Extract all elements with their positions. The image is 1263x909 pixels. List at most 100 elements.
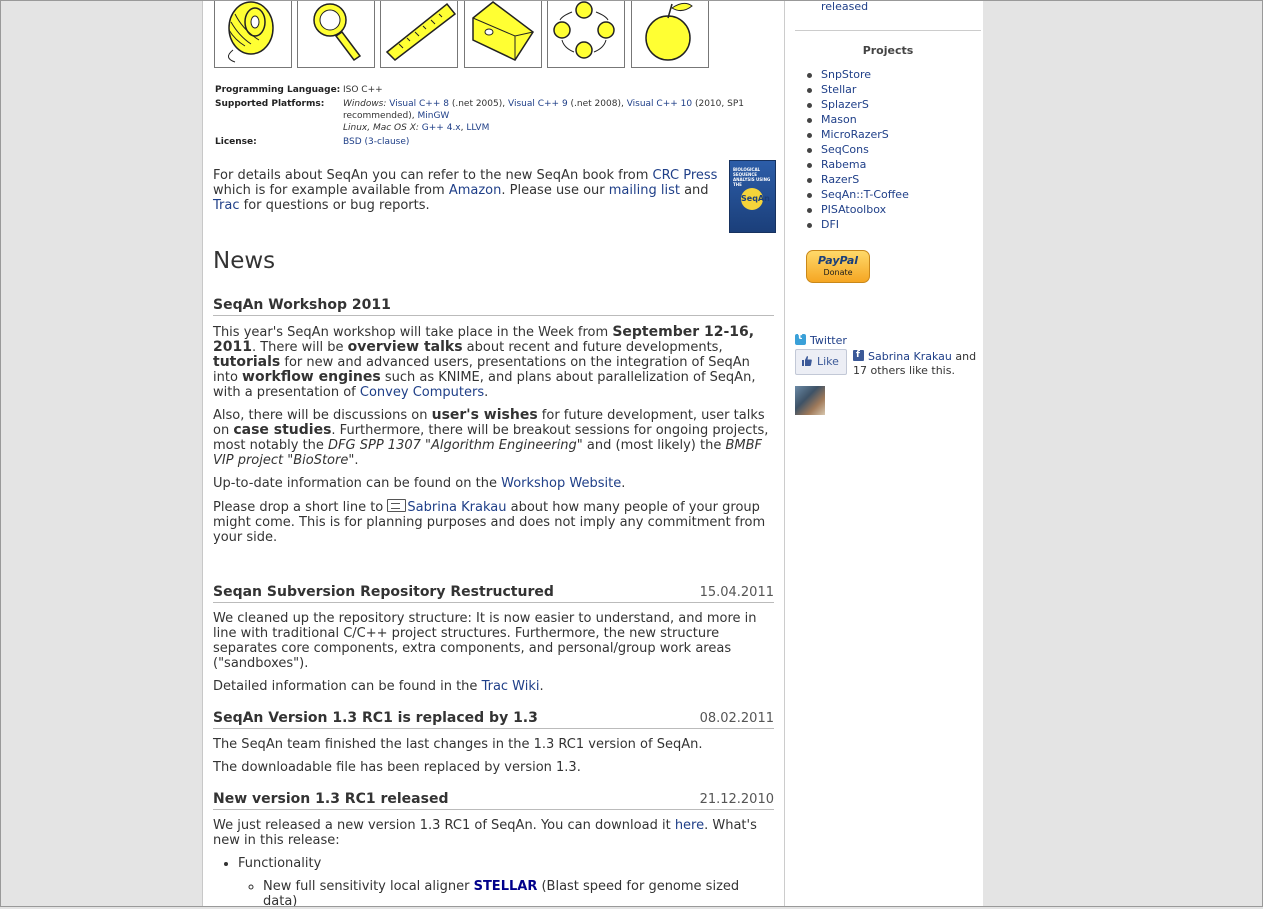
project-item: SeqAn::T-Coffee — [807, 187, 909, 202]
text: and (most likely) the — [582, 438, 726, 453]
article-paragraph: This year's SeqAn workshop will take pla… — [213, 325, 774, 401]
facebook-user-link[interactable]: Sabrina Krakau — [868, 350, 952, 363]
article-paragraph: The downloadable file has been replaced … — [213, 760, 581, 775]
link-visual-cpp-8[interactable]: Visual C++ 8 — [389, 99, 449, 109]
article-body: This year's SeqAn workshop will take pla… — [213, 325, 774, 553]
cycle-icon[interactable] — [547, 0, 625, 68]
project-link-microrazers[interactable]: MicroRazerS — [821, 128, 889, 141]
link-license[interactable]: BSD (3-clause) — [343, 137, 409, 147]
link-download-here[interactable]: here — [675, 818, 704, 833]
cheese-icon[interactable] — [464, 0, 542, 68]
mail-icon — [387, 499, 407, 512]
book-cover-image[interactable]: BIOLOGICAL SEQUENCE ANALYSIS USING THE S… — [729, 160, 776, 233]
unix-label: Linux, Mac OS X: — [343, 123, 419, 133]
link-mailing-list[interactable]: mailing list — [609, 183, 680, 198]
link-stellar[interactable]: STELLAR — [474, 879, 538, 894]
thread-spool-icon[interactable] — [214, 0, 292, 68]
column-divider — [784, 0, 785, 907]
release-list: Functionality New full sensitivity local… — [213, 856, 774, 909]
article-paragraph: We just released a new version 1.3 RC1 o… — [213, 818, 774, 848]
facebook-like-button[interactable]: Like — [795, 349, 847, 375]
text: Detailed information can be found in the — [213, 679, 482, 694]
link-workshop-website[interactable]: Workshop Website — [501, 476, 621, 491]
article-paragraph: The SeqAn team finished the last changes… — [213, 737, 703, 752]
link-amazon[interactable]: Amazon — [449, 183, 502, 198]
project-link-pisatoolbox[interactable]: PISAtoolbox — [821, 203, 886, 216]
vc8-note: (.net 2005), — [448, 99, 508, 109]
link-gcc[interactable]: G++ 4.x — [422, 123, 461, 133]
link-visual-cpp-10[interactable]: Visual C++ 10 — [627, 99, 692, 109]
twitter-widget: Twitter — [795, 332, 847, 347]
platforms-label: Supported Platforms: — [215, 99, 325, 109]
facebook-icon — [853, 348, 864, 362]
project-item: MicroRazerS — [807, 127, 909, 142]
project-link-rabema[interactable]: Rabema — [821, 158, 866, 171]
project-link-tcoffee[interactable]: SeqAn::T-Coffee — [821, 188, 909, 201]
paypal-donate-button[interactable]: PayPal Donate — [806, 250, 870, 283]
article-paragraph: Please drop a short line to Sabrina Krak… — [213, 499, 774, 545]
apple-icon[interactable] — [631, 0, 709, 68]
link-trac[interactable]: Trac — [213, 198, 240, 213]
paypal-logo: PayPal — [817, 254, 859, 267]
project-item: PISAtoolbox — [807, 202, 909, 217]
link-visual-cpp-9[interactable]: Visual C++ 9 — [508, 99, 568, 109]
paypal-donate-label: Donate — [823, 268, 853, 277]
project-link-mason[interactable]: Mason — [821, 113, 857, 126]
details-text-3: . Please use our — [501, 183, 609, 198]
link-trac-wiki[interactable]: Trac Wiki — [482, 679, 540, 694]
sidebar-released-link[interactable]: released — [821, 0, 868, 13]
list-item: New full sensitivity local aligner STELL… — [263, 879, 774, 909]
article-title: Seqan Subversion Repository Restructured — [213, 584, 554, 600]
article-title: SeqAn Version 1.3 RC1 is replaced by 1.3 — [213, 710, 538, 726]
magnifier-icon[interactable] — [297, 0, 375, 68]
article-header: New version 1.3 RC1 released 21.12.2010 — [213, 791, 774, 810]
emphasis: workflow engines — [242, 369, 381, 385]
article-body: We cleaned up the repository structure: … — [213, 611, 774, 702]
details-text-2: which is for example available from — [213, 183, 449, 198]
book-details-paragraph: For details about SeqAn you can refer to… — [213, 168, 718, 213]
link-convey-computers[interactable]: Convey Computers — [360, 385, 484, 400]
facebook-avatar[interactable] — [795, 386, 825, 415]
text: Up-to-date information can be found on t… — [213, 476, 502, 491]
article-header: Seqan Subversion Repository Restructured… — [213, 584, 774, 603]
text: This year's SeqAn workshop will take pla… — [213, 325, 613, 340]
projects-heading: Projects — [862, 44, 914, 57]
project-link-seqcons[interactable]: SeqCons — [821, 143, 869, 156]
text: We just released a new version 1.3 RC1 o… — [213, 818, 675, 833]
text: . — [484, 385, 489, 400]
thumbs-up-icon — [802, 356, 812, 366]
list-item-label: Functionality — [238, 856, 322, 871]
text: . — [539, 679, 544, 694]
article-title: SeqAn Workshop 2011 — [213, 297, 391, 313]
link-llvm[interactable]: LLVM — [466, 123, 489, 133]
windows-label: Windows: — [343, 99, 387, 109]
link-mingw[interactable]: MinGW — [417, 111, 449, 121]
details-text-4: and — [679, 183, 709, 198]
article-paragraph: We cleaned up the repository structure: … — [213, 611, 757, 671]
platforms-value: Windows: Visual C++ 8 (.net 2005), Visua… — [343, 99, 744, 133]
license-label: License: — [215, 137, 257, 147]
language-value: ISO C++ — [343, 85, 383, 95]
twitter-link[interactable]: Twitter — [810, 334, 847, 347]
link-sabrina-krakau-mail[interactable]: Sabrina Krakau — [407, 500, 506, 515]
article-title: New version 1.3 RC1 released — [213, 791, 449, 807]
project-link-splazers[interactable]: SplazerS — [821, 98, 869, 111]
text: New full sensitivity local aligner — [263, 879, 474, 894]
text: . — [621, 476, 626, 491]
article-date: 21.12.2010 — [699, 792, 774, 807]
project-item: RazerS — [807, 172, 909, 187]
ruler-icon[interactable] — [380, 0, 458, 68]
project-item: DFI — [807, 217, 909, 232]
text: . There will be — [251, 340, 348, 355]
link-crc-press[interactable]: CRC Press — [653, 168, 718, 183]
project-link-snpstore[interactable]: SnpStore — [821, 68, 871, 81]
project-link-stellar[interactable]: Stellar — [821, 83, 856, 96]
emphasis: case studies — [233, 422, 332, 438]
emphasis-italic: DFG SPP 1307 "Algorithm Engineering" — [328, 438, 583, 453]
release-sublist: New full sensitivity local aligner STELL… — [238, 879, 774, 909]
project-link-dfi[interactable]: DFI — [821, 218, 839, 231]
emphasis: user's wishes — [431, 407, 538, 423]
project-link-razers[interactable]: RazerS — [821, 173, 859, 186]
project-item: SnpStore — [807, 67, 909, 82]
sidebar-divider — [795, 30, 981, 31]
